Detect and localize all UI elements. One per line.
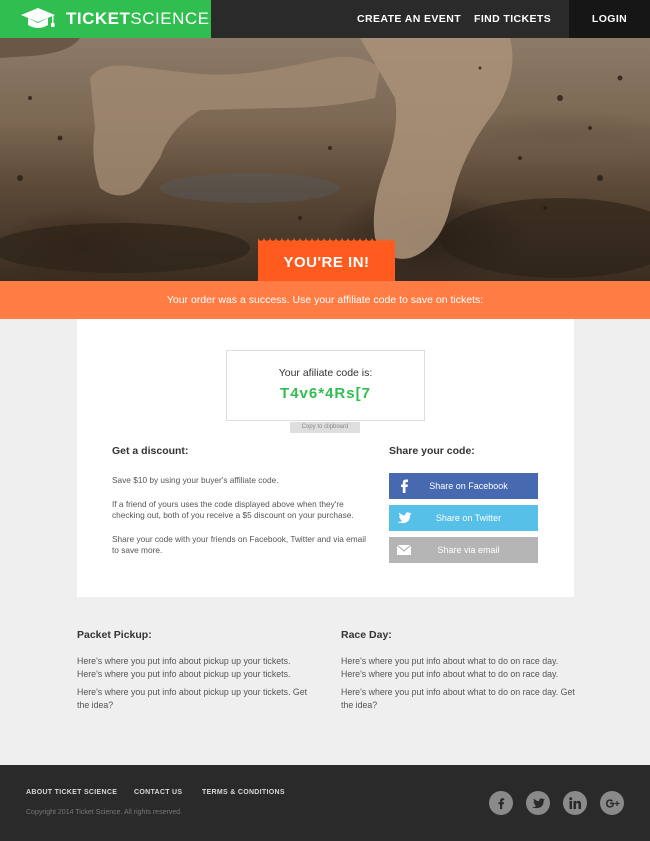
footer-link-contact[interactable]: CONTACT US bbox=[134, 789, 182, 796]
share-email-label: Share via email bbox=[437, 545, 500, 555]
packet-pickup-title: Packet Pickup: bbox=[77, 629, 152, 641]
graduation-cap-icon bbox=[20, 6, 56, 32]
site-footer: ABOUT TICKET SCIENCE CONTACT US TERMS & … bbox=[0, 765, 650, 841]
discount-text: If a friend of yours uses the code displ… bbox=[112, 498, 354, 521]
share-email-button[interactable]: Share via email bbox=[389, 537, 538, 563]
youre-in-badge: YOU'RE IN! bbox=[258, 238, 395, 281]
affiliate-code-box: Your afiliate code is: T4v6*4Rs[7 bbox=[226, 350, 425, 421]
twitter-icon[interactable] bbox=[526, 791, 550, 815]
race-day-title: Race Day: bbox=[341, 629, 392, 641]
success-banner: Your order was a success. Use your affil… bbox=[0, 281, 650, 319]
affiliate-card: Your afiliate code is: T4v6*4Rs[7 Copy t… bbox=[77, 319, 574, 597]
copyright-text: Copyright 2014 Ticket Science. All right… bbox=[26, 809, 183, 816]
discount-text: Save $10 by using your buyer's affiliate… bbox=[112, 475, 279, 485]
brand-name: TICKETSCIENCE bbox=[66, 9, 210, 28]
facebook-icon bbox=[389, 473, 419, 499]
race-day-section: Race Day: Here's where you put info abou… bbox=[341, 629, 576, 711]
share-section: Share your code: Share on Facebook Share… bbox=[389, 445, 539, 569]
race-day-text: Here's where you put info about what to … bbox=[341, 687, 575, 710]
site-header: TICKETSCIENCE CREATE AN EVENT FIND TICKE… bbox=[0, 0, 650, 38]
nav-create-event[interactable]: CREATE AN EVENT bbox=[357, 0, 461, 38]
share-title: Share your code: bbox=[389, 445, 475, 457]
nav-find-tickets[interactable]: FIND TICKETS bbox=[474, 0, 551, 38]
envelope-icon bbox=[389, 537, 419, 563]
footer-link-about[interactable]: ABOUT TICKET SCIENCE bbox=[26, 789, 117, 796]
affiliate-code-value[interactable]: T4v6*4Rs[7 bbox=[227, 385, 424, 402]
login-button[interactable]: LOGIN bbox=[569, 0, 650, 38]
discount-title: Get a discount: bbox=[112, 445, 189, 457]
share-facebook-button[interactable]: Share on Facebook bbox=[389, 473, 538, 499]
race-day-text: Here's where you put info about what to … bbox=[341, 656, 559, 679]
logo[interactable]: TICKETSCIENCE bbox=[0, 0, 211, 38]
linkedin-icon[interactable] bbox=[563, 791, 587, 815]
twitter-icon bbox=[389, 505, 419, 531]
discount-text: Share your code with your friends on Fac… bbox=[112, 533, 366, 556]
packet-pickup-section: Packet Pickup: Here's where you put info… bbox=[77, 629, 312, 711]
share-twitter-button[interactable]: Share on Twitter bbox=[389, 505, 538, 531]
facebook-icon[interactable] bbox=[489, 791, 513, 815]
discount-section: Get a discount: Save $10 by using your b… bbox=[112, 445, 367, 557]
affiliate-code-label: Your afiliate code is: bbox=[278, 367, 373, 379]
copy-to-clipboard-button[interactable]: Copy to clipboard bbox=[290, 422, 360, 433]
google-plus-icon[interactable] bbox=[600, 791, 624, 815]
footer-link-terms[interactable]: TERMS & CONDITIONS bbox=[202, 789, 285, 796]
share-facebook-label: Share on Facebook bbox=[429, 481, 508, 491]
share-twitter-label: Share on Twitter bbox=[435, 513, 502, 523]
packet-pickup-text: Here's where you put info about pickup u… bbox=[77, 656, 291, 679]
packet-pickup-text: Here's where you put info about pickup u… bbox=[77, 687, 308, 710]
